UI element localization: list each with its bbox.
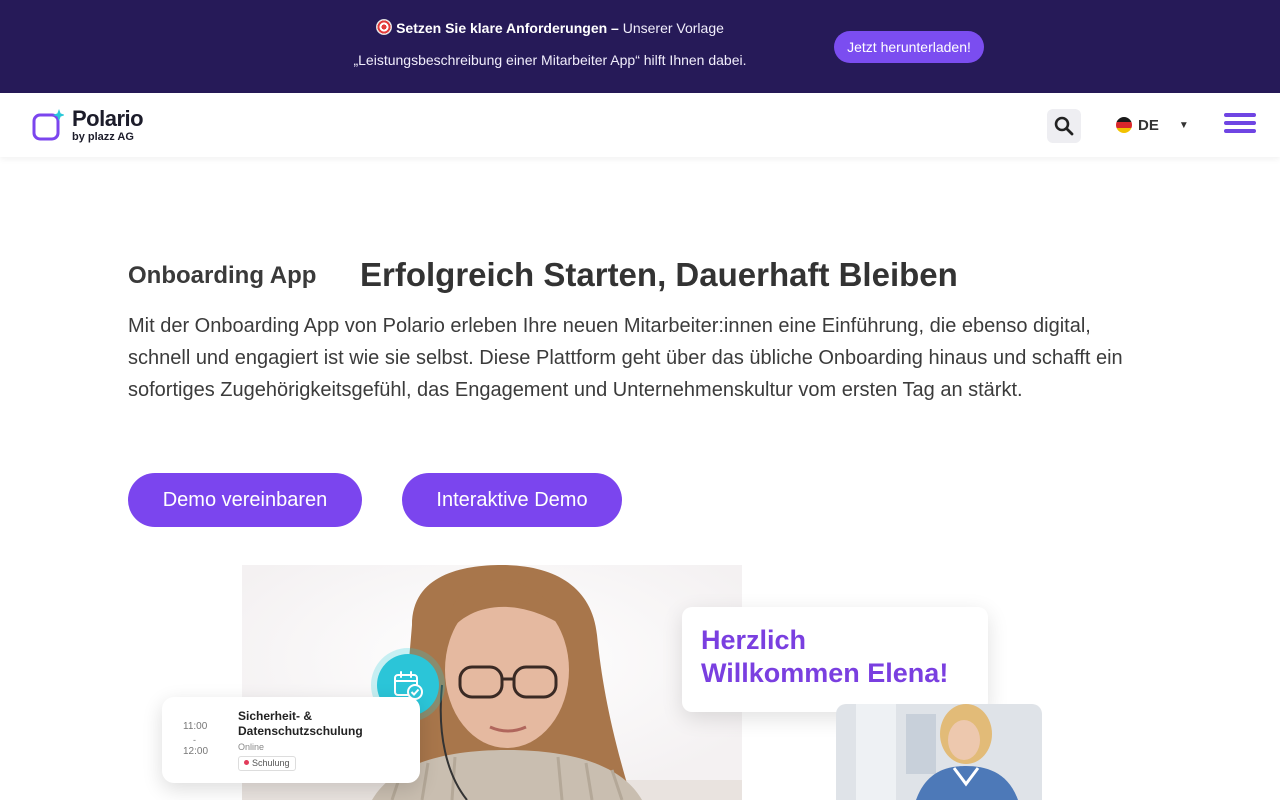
banner-line-2: „Leistungsbeschreibung einer Mitarbeiter… <box>353 52 747 68</box>
schedule-tag: Schulung <box>238 756 296 771</box>
nurse-photo <box>836 704 1042 800</box>
interactive-demo-button[interactable]: Interaktive Demo <box>402 473 622 527</box>
schedule-time-end: 12:00 <box>183 746 209 757</box>
caret-down-icon: ▼ <box>1178 119 1189 131</box>
banner-text: Setzen Sie klare Anforderungen – Unserer… <box>300 0 800 93</box>
logo-name: Polario <box>72 106 144 131</box>
welcome-card: Herzlich Willkommen Elena! <box>682 607 988 712</box>
download-template-button[interactable]: Jetzt herunterladen! <box>834 31 984 63</box>
search-icon <box>1054 116 1074 136</box>
schedule-mode: Online <box>238 742 265 752</box>
banner-headline-rest: Unserer Vorlage <box>618 20 724 36</box>
schedule-tag-label: Schulung <box>252 758 290 768</box>
language-selector[interactable]: DE ▼ <box>1116 113 1189 137</box>
hamburger-menu-icon[interactable] <box>1224 113 1256 139</box>
target-icon <box>376 19 393 35</box>
language-code: DE <box>1138 116 1159 134</box>
schedule-card: 11:00 - 12:00 Sicherheit- & Datenschutzs… <box>162 697 420 783</box>
schedule-time-separator: - <box>193 735 196 745</box>
tag-dot-icon <box>244 760 249 765</box>
polario-logo-icon <box>32 109 64 141</box>
search-button[interactable] <box>1047 109 1081 143</box>
hero-description: Mit der Onboarding App von Polario erleb… <box>128 315 1123 401</box>
schedule-time-start: 11:00 <box>183 721 208 732</box>
banner-headline-bold: Setzen Sie klare Anforderungen – <box>396 20 619 36</box>
welcome-line-1: Herzlich <box>701 625 807 655</box>
schedule-title: Sicherheit- & Datenschutzschulung <box>238 709 363 738</box>
polario-logo[interactable]: Polario by plazz AG <box>32 105 162 145</box>
welcome-message: Herzlich Willkommen Elena! <box>701 624 981 690</box>
welcome-line-2: Willkommen Elena! <box>701 658 949 688</box>
germany-flag-icon <box>1116 117 1132 133</box>
hero-eyebrow: Onboarding App <box>128 262 317 289</box>
hero-title: Erfolgreich Starten, Dauerhaft Bleiben <box>360 256 958 293</box>
book-demo-button[interactable]: Demo vereinbaren <box>128 473 362 527</box>
site-header: Polario by plazz AG DE ▼ <box>0 93 1280 157</box>
announcement-banner: Setzen Sie klare Anforderungen – Unserer… <box>0 0 1280 93</box>
banner-line-1: Setzen Sie klare Anforderungen – Unserer… <box>300 19 800 36</box>
logo-subtitle: by plazz AG <box>72 131 134 143</box>
